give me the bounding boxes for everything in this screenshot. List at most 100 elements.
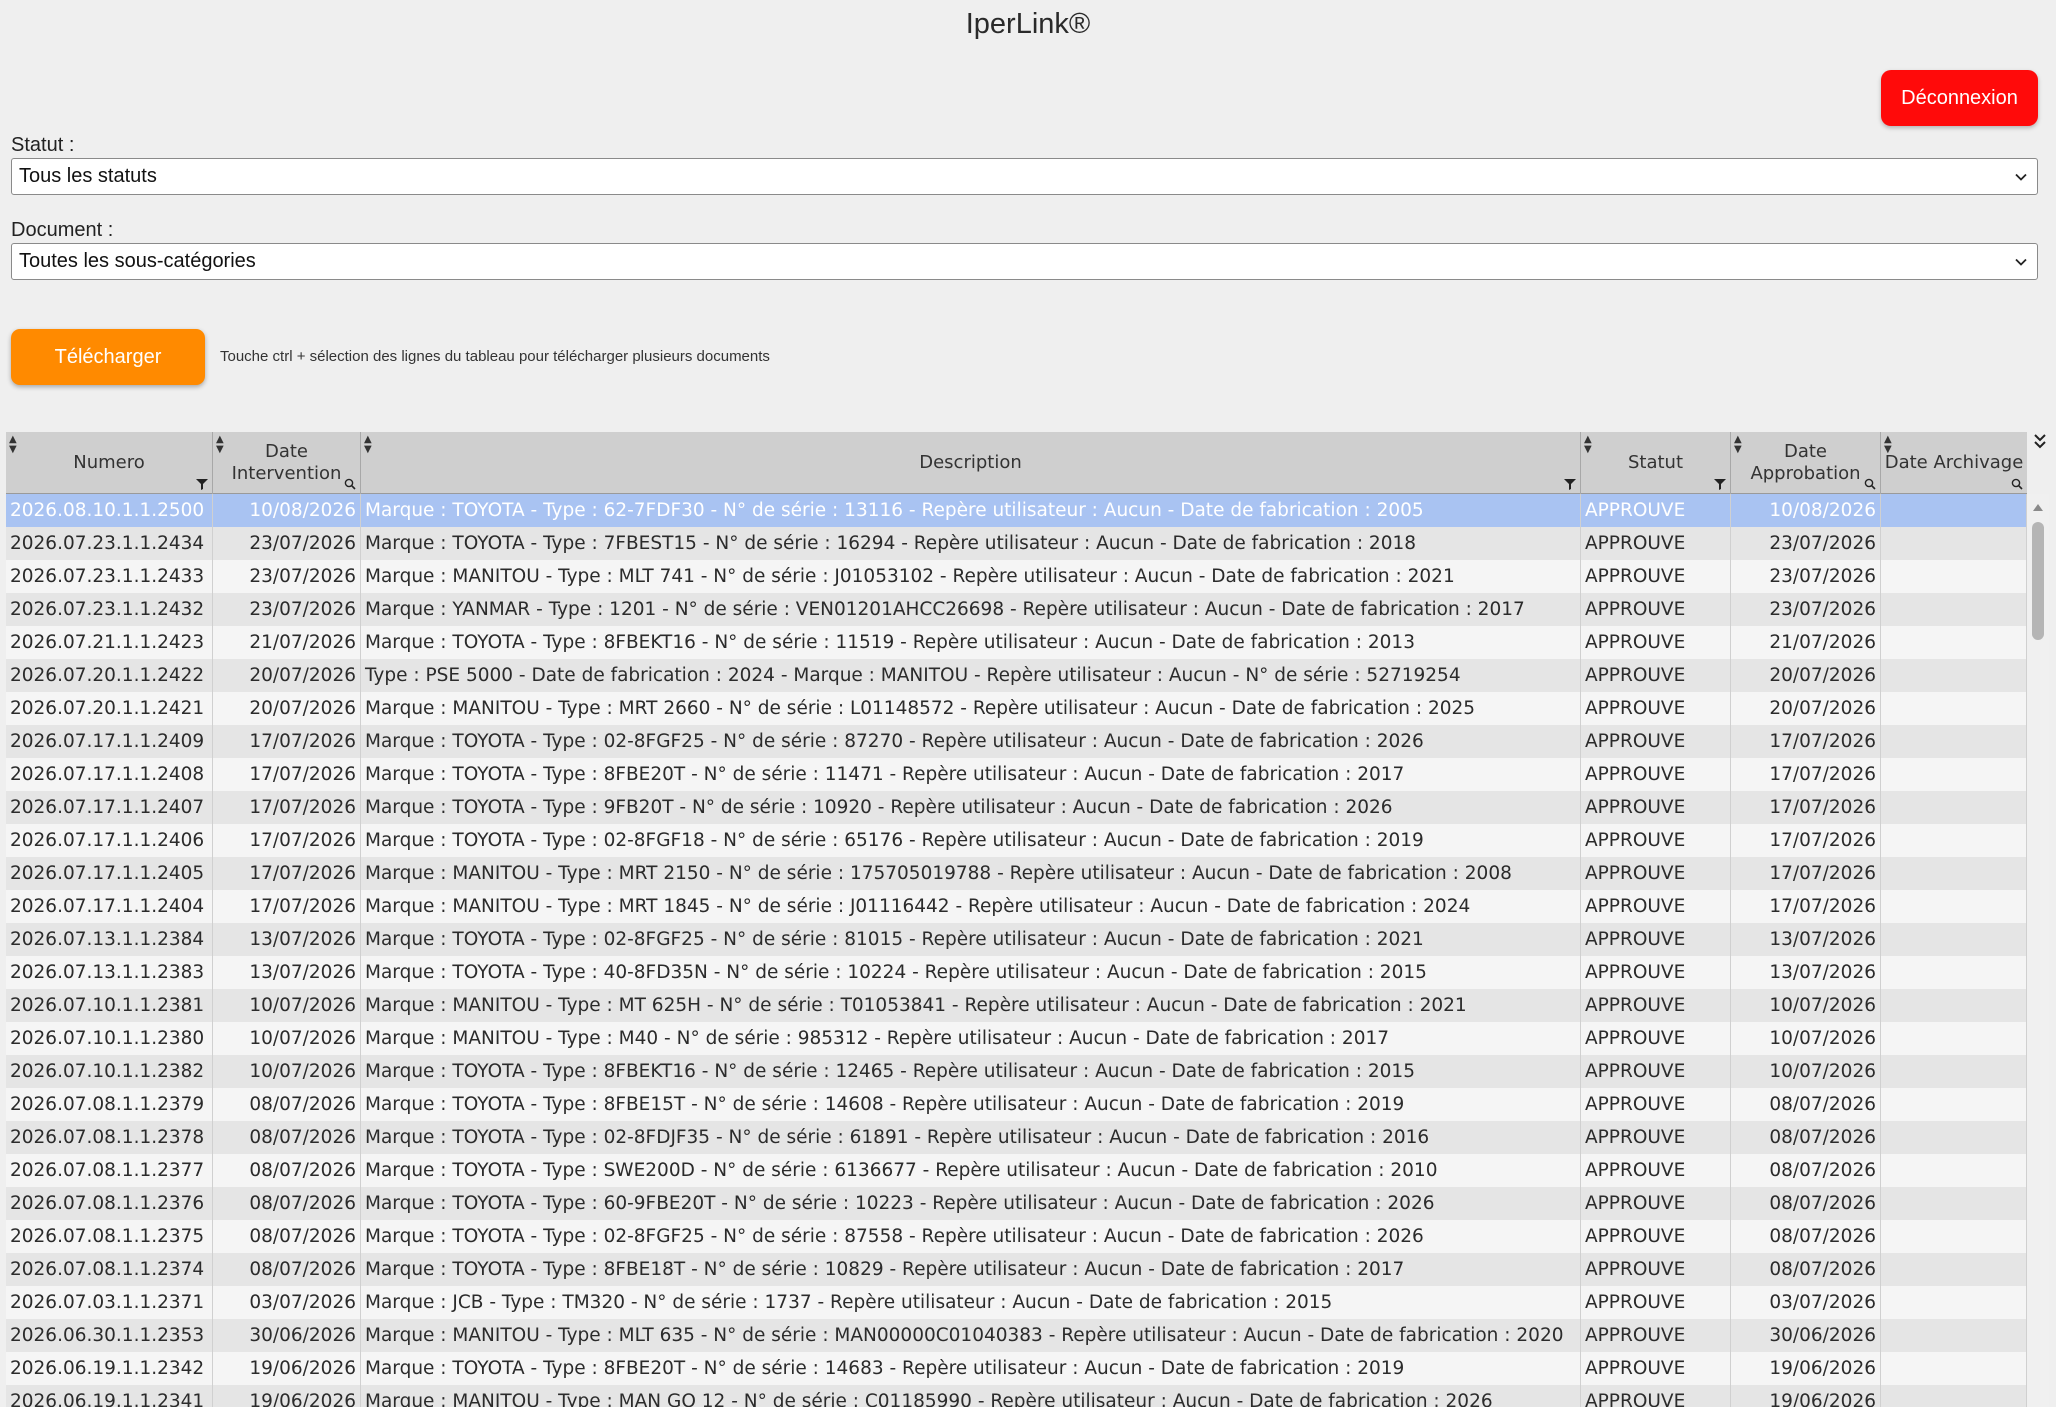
column-header-date-intervention[interactable]: ▲ ▼ Date Intervention — [213, 432, 361, 494]
filter-icon[interactable] — [1564, 478, 1576, 490]
table-row[interactable]: 2026.07.13.1.1.2383 13/07/2026 Marque : TO… — [6, 956, 2027, 989]
column-header-numero[interactable]: ▲ ▼ Numero — [6, 432, 213, 494]
table-cell-num: 2026.07.17.1.1.2405 — [6, 857, 213, 890]
table-cell-num: 2026.07.08.1.1.2379 — [6, 1088, 213, 1121]
app-title: IperLink® — [965, 8, 1091, 40]
table-row[interactable]: 2026.07.20.1.1.2422 20/07/2026 Type : PSE … — [6, 659, 2027, 692]
logout-button[interactable]: Déconnexion — [1881, 70, 2038, 126]
scroll-up-icon[interactable] — [2032, 502, 2044, 512]
column-header-statut[interactable]: ▲ ▼ Statut — [1581, 432, 1731, 494]
table-cell-num: 2026.07.17.1.1.2409 — [6, 725, 213, 758]
document-label: Document : — [11, 219, 114, 241]
table-row[interactable]: 2026.07.23.1.1.2433 23/07/2026 Marque : MA… — [6, 560, 2027, 593]
table-cell-num: 2026.07.20.1.1.2422 — [6, 659, 213, 692]
table-cell-darch — [1881, 593, 2027, 626]
table-row[interactable]: 2026.07.23.1.1.2432 23/07/2026 Marque : YA… — [6, 593, 2027, 626]
column-header-date-archivage[interactable]: ▲ ▼ Date Archivage — [1881, 432, 2027, 494]
table-cell-da: 08/07/2026 — [1731, 1187, 1881, 1220]
table-cell-darch — [1881, 989, 2027, 1022]
table-cell-di: 17/07/2026 — [213, 824, 361, 857]
table-cell-stat: APPROUVE — [1581, 1286, 1731, 1319]
search-icon[interactable] — [344, 478, 356, 490]
table-cell-num: 2026.08.10.1.1.2500 — [6, 494, 213, 527]
table-cell-di: 08/07/2026 — [213, 1154, 361, 1187]
column-header-description[interactable]: ▲ ▼ Description — [361, 432, 1581, 494]
table-cell-darch — [1881, 1022, 2027, 1055]
table-cell-di: 19/06/2026 — [213, 1352, 361, 1385]
sort-icon[interactable]: ▲ ▼ — [1584, 435, 1592, 455]
table-cell-da: 10/08/2026 — [1731, 494, 1881, 527]
table-row[interactable]: 2026.07.08.1.1.2378 08/07/2026 Marque : TO… — [6, 1121, 2027, 1154]
table-row[interactable]: 2026.07.20.1.1.2421 20/07/2026 Marque : MA… — [6, 692, 2027, 725]
table-row[interactable]: 2026.07.10.1.1.2380 10/07/2026 Marque : MA… — [6, 1022, 2027, 1055]
table-row[interactable]: 2026.07.10.1.1.2382 10/07/2026 Marque : TO… — [6, 1055, 2027, 1088]
sort-icon[interactable]: ▲ ▼ — [9, 435, 17, 455]
table-cell-da: 08/07/2026 — [1731, 1220, 1881, 1253]
status-select[interactable]: Tous les statuts — [11, 158, 2038, 195]
column-header-date-approbation[interactable]: ▲ ▼ Date Approbation — [1731, 432, 1881, 494]
collapse-icon[interactable] — [2032, 432, 2048, 452]
sort-icon[interactable]: ▲ ▼ — [1734, 435, 1742, 455]
table-body: 2026.08.10.1.1.2500 10/08/2026 Marque : TO… — [6, 494, 2027, 1407]
table-row[interactable]: 2026.06.19.1.1.2341 19/06/2026 Marque : MA… — [6, 1385, 2027, 1407]
table-row[interactable]: 2026.07.08.1.1.2377 08/07/2026 Marque : TO… — [6, 1154, 2027, 1187]
download-button[interactable]: Télécharger — [11, 329, 205, 385]
table-row[interactable]: 2026.07.08.1.1.2376 08/07/2026 Marque : TO… — [6, 1187, 2027, 1220]
table-cell-stat: APPROUVE — [1581, 560, 1731, 593]
table-row[interactable]: 2026.07.08.1.1.2374 08/07/2026 Marque : TO… — [6, 1253, 2027, 1286]
documents-table: ▲ ▼ Numero ▲ ▼ Date Intervention ▲ ▼ Descri… — [6, 432, 2027, 1407]
table-row[interactable]: 2026.07.17.1.1.2404 17/07/2026 Marque : MA… — [6, 890, 2027, 923]
table-cell-di: 13/07/2026 — [213, 956, 361, 989]
table-row[interactable]: 2026.07.23.1.1.2434 23/07/2026 Marque : TO… — [6, 527, 2027, 560]
search-icon[interactable] — [2011, 478, 2023, 490]
table-row[interactable]: 2026.07.17.1.1.2408 17/07/2026 Marque : TO… — [6, 758, 2027, 791]
table-cell-stat: APPROUVE — [1581, 824, 1731, 857]
table-row[interactable]: 2026.07.17.1.1.2406 17/07/2026 Marque : TO… — [6, 824, 2027, 857]
search-icon[interactable] — [1864, 478, 1876, 490]
table-cell-da: 17/07/2026 — [1731, 758, 1881, 791]
table-cell-di: 13/07/2026 — [213, 923, 361, 956]
table-cell-num: 2026.07.17.1.1.2407 — [6, 791, 213, 824]
table-cell-stat: APPROUVE — [1581, 758, 1731, 791]
scrollbar-thumb[interactable] — [2032, 522, 2044, 640]
sort-icon[interactable]: ▲ ▼ — [364, 435, 372, 455]
table-cell-darch — [1881, 1088, 2027, 1121]
table-row[interactable]: 2026.07.10.1.1.2381 10/07/2026 Marque : MA… — [6, 989, 2027, 1022]
document-select[interactable]: Toutes les sous-catégories — [11, 243, 2038, 280]
table-cell-desc: Marque : TOYOTA - Type : 02-8FGF25 - N° … — [361, 1220, 1581, 1253]
table-row[interactable]: 2026.07.17.1.1.2409 17/07/2026 Marque : TO… — [6, 725, 2027, 758]
table-scrollbar[interactable] — [2027, 494, 2049, 1407]
table-cell-darch — [1881, 1286, 2027, 1319]
table-row[interactable]: 2026.07.08.1.1.2379 08/07/2026 Marque : TO… — [6, 1088, 2027, 1121]
table-row[interactable]: 2026.07.03.1.1.2371 03/07/2026 Marque : JC… — [6, 1286, 2027, 1319]
table-cell-num: 2026.06.19.1.1.2342 — [6, 1352, 213, 1385]
table-cell-num: 2026.07.17.1.1.2408 — [6, 758, 213, 791]
filter-icon[interactable] — [1714, 478, 1726, 490]
status-label: Statut : — [11, 134, 75, 156]
table-row[interactable]: 2026.07.13.1.1.2384 13/07/2026 Marque : TO… — [6, 923, 2027, 956]
table-cell-darch — [1881, 890, 2027, 923]
table-row[interactable]: 2026.07.08.1.1.2375 08/07/2026 Marque : TO… — [6, 1220, 2027, 1253]
sort-icon[interactable]: ▲ ▼ — [1884, 435, 1892, 455]
table-row[interactable]: 2026.06.30.1.1.2353 30/06/2026 Marque : MA… — [6, 1319, 2027, 1352]
status-select-value: Tous les statuts — [19, 165, 157, 187]
table-cell-darch — [1881, 1121, 2027, 1154]
table-cell-darch — [1881, 725, 2027, 758]
table-row[interactable]: 2026.07.21.1.1.2423 21/07/2026 Marque : TO… — [6, 626, 2027, 659]
table-cell-desc: Marque : TOYOTA - Type : 02-8FDJF35 - N°… — [361, 1121, 1581, 1154]
sort-icon[interactable]: ▲ ▼ — [216, 435, 224, 455]
table-row[interactable]: 2026.08.10.1.1.2500 10/08/2026 Marque : TO… — [6, 494, 2027, 527]
filter-icon[interactable] — [196, 478, 208, 490]
table-cell-stat: APPROUVE — [1581, 626, 1731, 659]
table-cell-stat: APPROUVE — [1581, 923, 1731, 956]
table-cell-desc: Marque : TOYOTA - Type : 8FBEKT16 - N° d… — [361, 626, 1581, 659]
table-cell-stat: APPROUVE — [1581, 725, 1731, 758]
table-row[interactable]: 2026.07.17.1.1.2407 17/07/2026 Marque : TO… — [6, 791, 2027, 824]
table-cell-num: 2026.07.17.1.1.2404 — [6, 890, 213, 923]
table-row[interactable]: 2026.06.19.1.1.2342 19/06/2026 Marque : TO… — [6, 1352, 2027, 1385]
table-cell-desc: Marque : TOYOTA - Type : 02-8FGF25 - N° … — [361, 725, 1581, 758]
table-cell-desc: Marque : TOYOTA - Type : 8FBEKT16 - N° d… — [361, 1055, 1581, 1088]
table-cell-da: 10/07/2026 — [1731, 989, 1881, 1022]
table-cell-darch — [1881, 494, 2027, 527]
table-row[interactable]: 2026.07.17.1.1.2405 17/07/2026 Marque : MA… — [6, 857, 2027, 890]
